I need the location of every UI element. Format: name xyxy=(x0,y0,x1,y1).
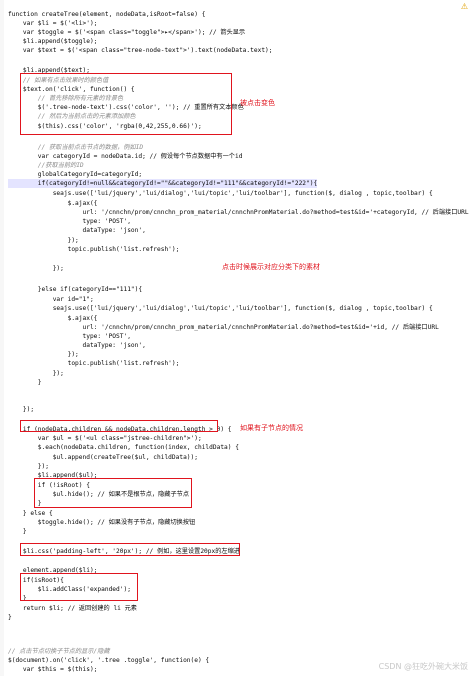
code-line-47: var $ul = $('<ul class="jstree-children"… xyxy=(8,435,202,442)
annotation-box-expanded xyxy=(20,573,138,601)
editor-gutter xyxy=(0,0,4,676)
code-line-24: dataType: 'json', xyxy=(8,227,146,234)
code-line-2: var $li = $('<li>'); xyxy=(8,20,98,27)
code-line-57: } xyxy=(8,528,27,535)
code-line-38: }); xyxy=(8,351,79,358)
code-line-34: $.ajax({ xyxy=(8,315,98,322)
code-line-25: }); xyxy=(8,237,79,244)
code-line-17: //获取当前的ID xyxy=(8,162,84,169)
code-line-56: $toggle.hide(); // 如果没有子节点，隐藏切换按钮 xyxy=(8,519,196,526)
code-line-36: type: 'POST', xyxy=(8,333,131,340)
code-line-65: return $li; // 返回创建的 li 元素 xyxy=(8,605,137,612)
code-line-71: $(document).on('click', '.tree .toggle',… xyxy=(8,657,210,664)
annotation-box-padding xyxy=(20,543,240,556)
annotation-note-has-children: 如果有子节点的情况 xyxy=(240,424,303,432)
annotation-note-click-material: 点击时候展示对应分类下的素材 xyxy=(222,263,320,271)
code-line-44: }); xyxy=(8,406,35,413)
code-line-31: }else if(categoryId=="111"){ xyxy=(8,286,143,293)
code-line-40: }); xyxy=(8,370,64,377)
code-line-72: var $this = $(this); xyxy=(8,666,98,673)
code-line-4: $li.append($toggle); xyxy=(8,38,98,45)
code-line-3: var $toggle = $('<span class="toggle">▸<… xyxy=(8,29,246,36)
code-line-16: var categoryId = nodeData.id; // 假设每个节点数… xyxy=(8,153,243,160)
code-line-20: seajs.use(['lui/jquery','lui/dialog','lu… xyxy=(8,190,433,197)
code-line-19: if(categoryId!=null&&categoryId!=""&&cat… xyxy=(8,179,318,188)
code-editor[interactable]: ⚠ function createTree(element, nodeData,… xyxy=(0,0,474,676)
code-line-33: seajs.use(['lui/jquery','lui/dialog','lu… xyxy=(8,305,433,312)
code-line-32: var id="1"; xyxy=(8,296,94,303)
code-line-35: url: '/cnnchn/prom/cnnchn_prom_material/… xyxy=(8,324,439,331)
annotation-box-not-root xyxy=(34,478,192,508)
code-line-21: $.ajax({ xyxy=(8,200,98,207)
code-line-49: $ul.append(createTree($ul, childData)); xyxy=(8,454,198,461)
code-line-37: dataType: 'json', xyxy=(8,342,146,349)
code-line-41: } xyxy=(8,379,42,386)
code-line-39: topic.publish('list.refresh'); xyxy=(8,360,180,367)
code-line-50: }); xyxy=(8,463,49,470)
code-line-5: var $text = $('<span class="tree-node-te… xyxy=(8,47,273,54)
annotation-note-click-color: 被点击变色 xyxy=(240,99,275,107)
code-line-48: $.each(nodeData.children, function(index… xyxy=(8,444,239,451)
code-line-26: topic.publish('list.refresh'); xyxy=(8,246,180,253)
code-line-23: type: 'POST', xyxy=(8,218,131,225)
annotation-box-has-children xyxy=(20,420,218,432)
code-line-22: url: '/cnnchn/prom/cnnchn_prom_material/… xyxy=(8,209,469,216)
code-line-1: function createTree(element, nodeData,is… xyxy=(8,11,206,18)
annotation-box-click-color xyxy=(20,73,232,135)
code-line-70: // 点击节点切换子节点的显示/隐藏 xyxy=(8,648,110,655)
watermark: CSDN @狂吃外碗大米饭 xyxy=(378,662,468,671)
code-line-18: globalCategoryId=categoryId; xyxy=(8,171,143,178)
code-line-66: } xyxy=(8,614,12,621)
code-line-15: // 获取当前点击节点的数据，例如ID xyxy=(8,144,144,151)
warning-triangle-icon[interactable]: ⚠ xyxy=(461,2,468,11)
code-line-28: }); xyxy=(8,265,64,272)
code-line-55: } else { xyxy=(8,510,53,517)
